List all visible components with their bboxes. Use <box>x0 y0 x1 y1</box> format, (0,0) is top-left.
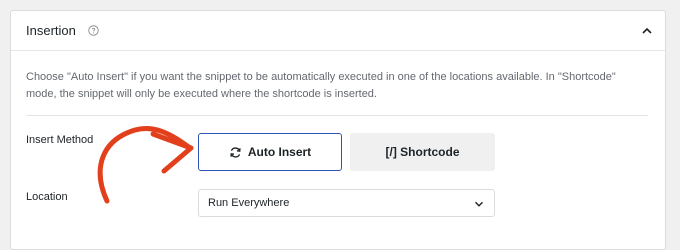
panel-title: Insertion <box>26 23 76 38</box>
refresh-icon <box>230 146 241 158</box>
insertion-description: Choose "Auto Insert" if you want the sni… <box>26 71 616 100</box>
insert-method-label: Insert Method <box>26 134 94 146</box>
chevron-up-icon[interactable] <box>641 25 653 37</box>
question-circle-icon[interactable] <box>88 25 99 36</box>
auto-insert-label: Auto Insert <box>247 145 312 159</box>
shortcode-label: [/] Shortcode <box>385 145 460 159</box>
auto-insert-button[interactable]: Auto Insert <box>198 133 342 171</box>
shortcode-button[interactable]: [/] Shortcode <box>350 133 495 171</box>
location-label: Location <box>26 191 68 203</box>
insertion-panel: Insertion Choose "Auto Insert" if you wa… <box>10 10 666 250</box>
panel-header[interactable]: Insertion <box>11 11 665 51</box>
location-selected-value: Run Everywhere <box>208 197 290 209</box>
location-select[interactable]: Run Everywhere <box>198 189 495 217</box>
divider <box>26 115 648 116</box>
chevron-down-icon <box>475 201 483 207</box>
